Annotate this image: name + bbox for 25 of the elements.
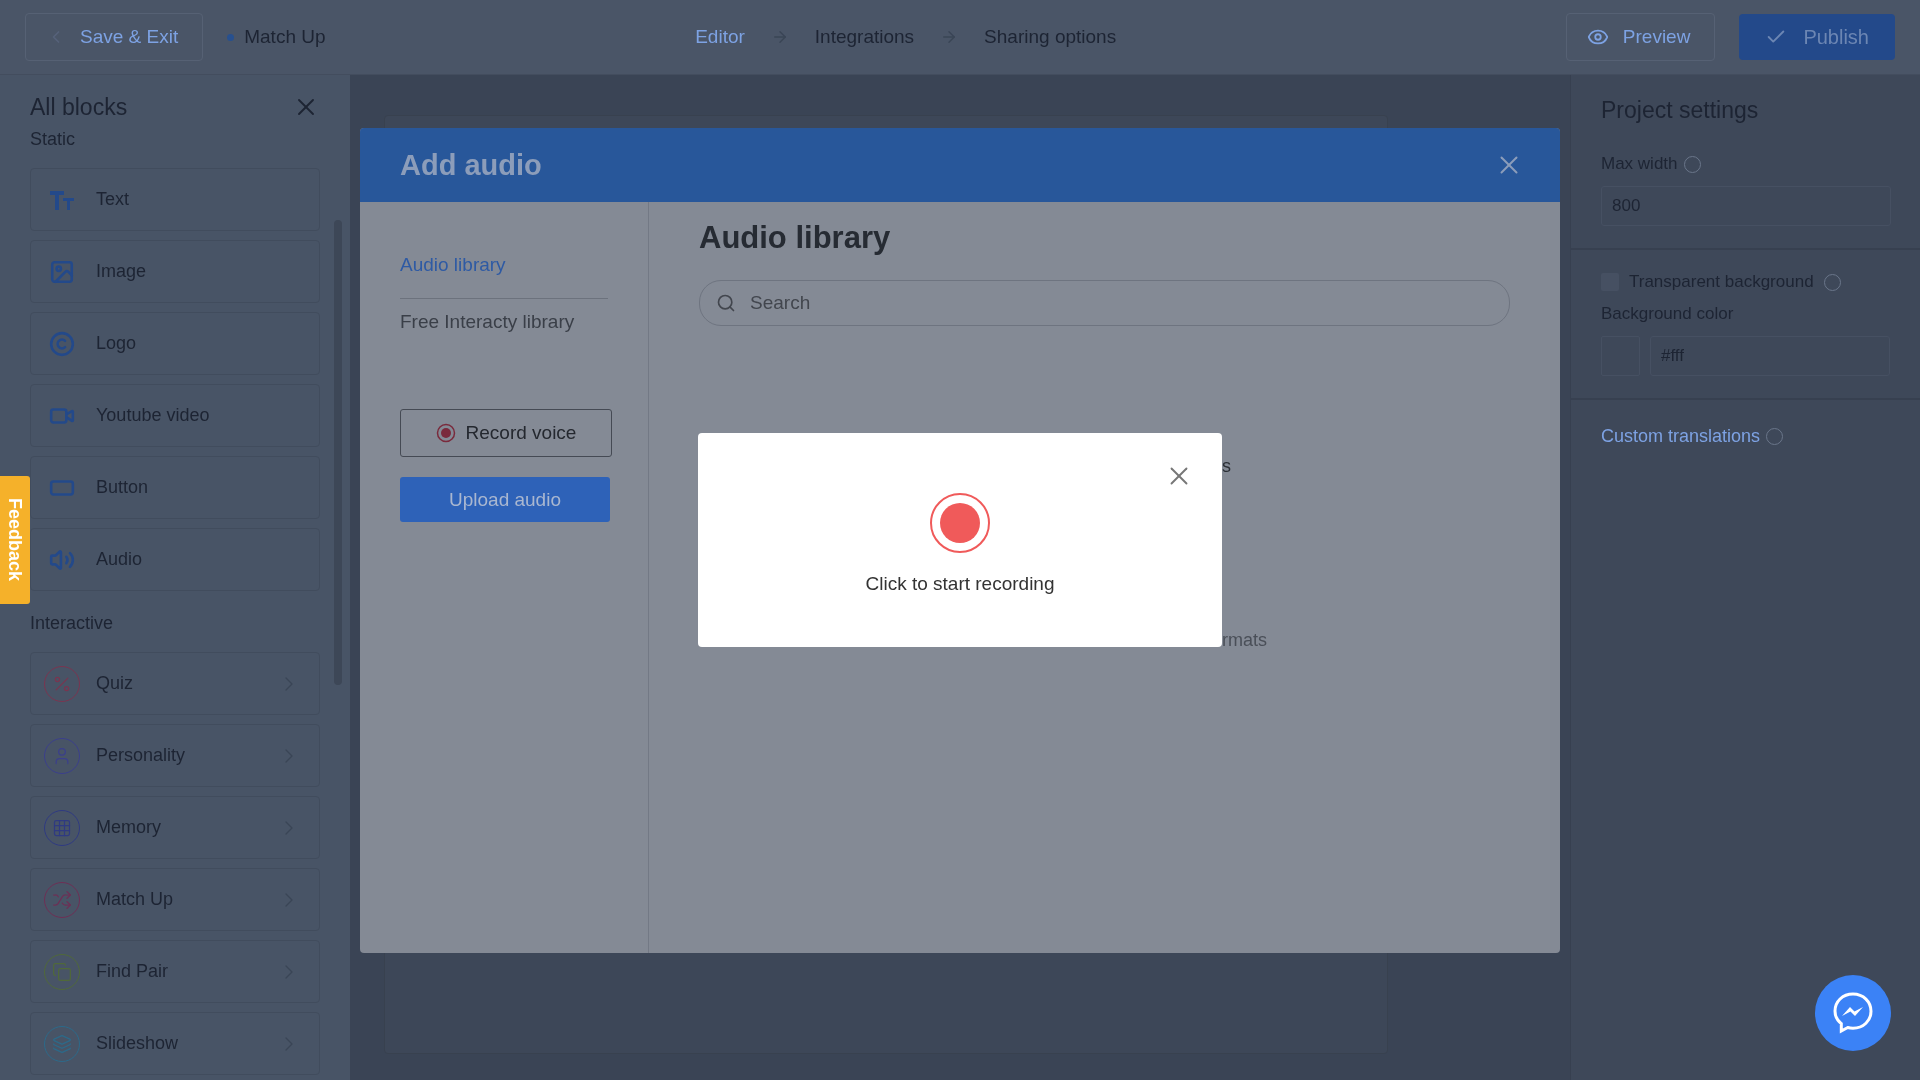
step-tab[interactable]: Editor xyxy=(695,26,745,48)
chat-icon xyxy=(1831,991,1875,1035)
feedback-tab[interactable]: Feedback xyxy=(0,476,30,604)
custom-translations-link[interactable]: Custom translations xyxy=(1601,426,1761,447)
search-icon xyxy=(716,293,736,313)
record-button[interactable] xyxy=(930,493,990,553)
text-icon xyxy=(49,188,75,211)
copyright-icon xyxy=(49,330,75,357)
nav-link[interactable]: Audio library xyxy=(400,242,608,299)
save-exit-button[interactable]: Save & Exit xyxy=(25,13,204,61)
upload-audio-button[interactable]: Upload audio xyxy=(400,477,610,522)
image-icon xyxy=(49,258,75,285)
modal-title: Add audio xyxy=(400,148,542,182)
nav-link[interactable]: Free Interacty library xyxy=(400,299,608,355)
record-icon xyxy=(435,423,456,443)
section-heading: Audio library xyxy=(699,220,892,256)
preview-button[interactable]: Preview xyxy=(1565,13,1716,61)
status-dot xyxy=(227,33,235,41)
hidden-text: s xyxy=(1222,456,1231,477)
publish-button[interactable]: Publish xyxy=(1739,14,1895,60)
record-caption: Click to start recording xyxy=(865,573,1055,595)
search-input[interactable]: Search xyxy=(748,291,1493,315)
hidden-text: rmats xyxy=(1222,630,1267,651)
search-field[interactable]: Search xyxy=(699,280,1510,326)
record-voice-button[interactable]: Record voice xyxy=(400,409,612,457)
